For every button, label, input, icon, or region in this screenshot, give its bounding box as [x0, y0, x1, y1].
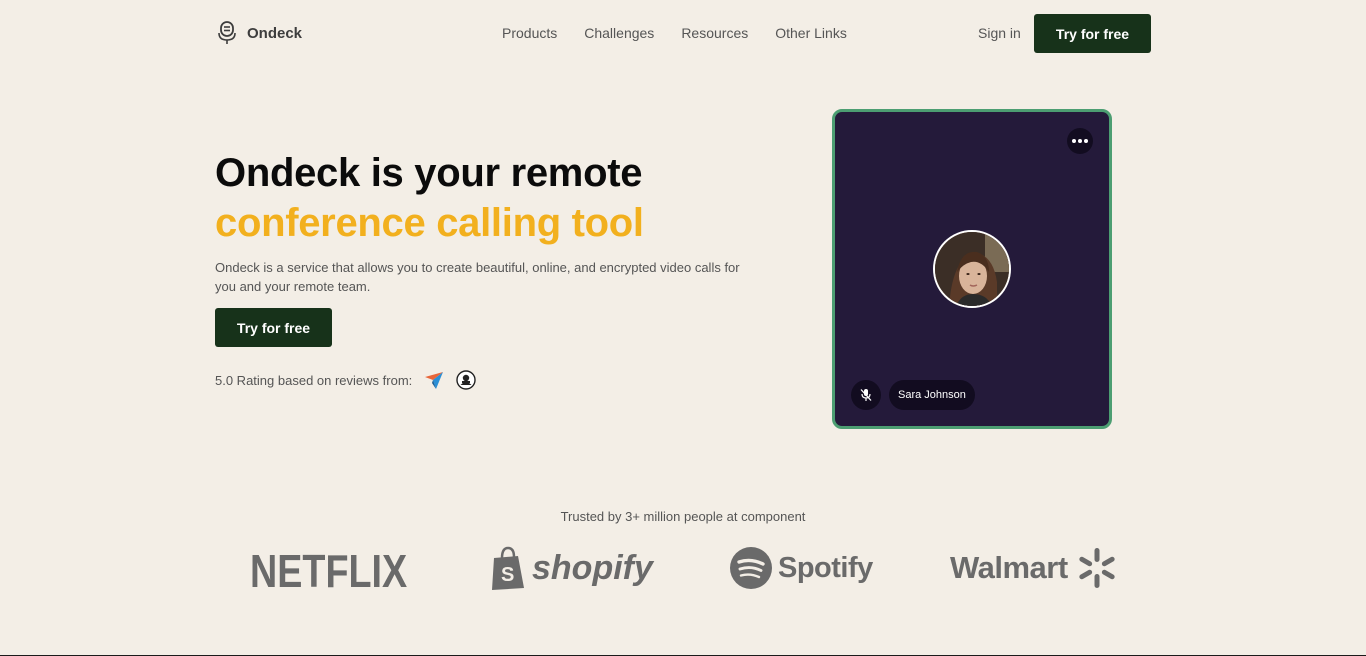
sign-in-link[interactable]: Sign in	[978, 25, 1021, 41]
nav-link-challenges[interactable]: Challenges	[584, 25, 654, 41]
nav-try-free-button[interactable]: Try for free	[1034, 14, 1151, 53]
brand-logo[interactable]: Ondeck	[215, 20, 302, 46]
brand-name: Ondeck	[247, 24, 303, 42]
walmart-logo: Walmart	[950, 547, 1118, 589]
microphone-logo-icon	[218, 21, 236, 44]
more-dot-icon	[1084, 139, 1088, 143]
more-options-button[interactable]	[1067, 128, 1093, 154]
netflix-logo: NETFLIX	[250, 544, 442, 598]
more-dot-icon	[1078, 139, 1082, 143]
participant-avatar	[933, 230, 1011, 308]
hero-title-line2: conference calling tool	[215, 201, 644, 245]
partner-logos: NETFLIX S shopify Spotify Walmart	[250, 544, 1130, 597]
spotify-wordmark: Spotify	[778, 551, 873, 584]
shopify-logo: S shopify	[490, 546, 653, 590]
trusted-by-text: Trusted by 3+ million people at componen…	[560, 509, 806, 524]
netflix-wordmark: NETFLIX	[250, 545, 408, 597]
main-nav: Products Challenges Resources Other Link…	[502, 25, 847, 41]
hero-try-free-button[interactable]: Try for free	[215, 308, 332, 347]
rating-row: 5.0 Rating based on reviews from:	[215, 370, 476, 390]
spotify-circle-icon	[730, 547, 772, 589]
spotify-logo: Spotify	[730, 547, 873, 589]
paper-plane-review-icon	[425, 372, 444, 389]
nav-link-resources[interactable]: Resources	[681, 25, 748, 41]
participant-name-tag: Sara Johnson	[889, 380, 975, 410]
nav-link-other-links[interactable]: Other Links	[775, 25, 847, 41]
video-call-card: Sara Johnson	[832, 109, 1112, 429]
hero-description: Ondeck is a service that allows you to c…	[215, 260, 740, 294]
rating-text: 5.0 Rating based on reviews from:	[215, 372, 413, 388]
mute-toggle-button[interactable]	[851, 380, 881, 410]
nav-link-products[interactable]: Products	[502, 25, 557, 41]
walmart-wordmark: Walmart	[950, 550, 1068, 585]
mic-off-icon	[860, 389, 872, 401]
shopping-bag-icon: S	[492, 546, 524, 590]
reviewer-badge-icon	[456, 370, 476, 390]
shopify-wordmark: shopify	[532, 548, 653, 587]
top-nav: Ondeck Products Challenges Resources Oth…	[215, 14, 1151, 53]
person-photo-icon	[935, 232, 1009, 306]
hero-title-line1: Ondeck is your remote	[215, 151, 643, 195]
walmart-spark-icon	[1079, 548, 1115, 588]
more-dot-icon	[1072, 139, 1076, 143]
svg-text:S: S	[501, 564, 514, 586]
